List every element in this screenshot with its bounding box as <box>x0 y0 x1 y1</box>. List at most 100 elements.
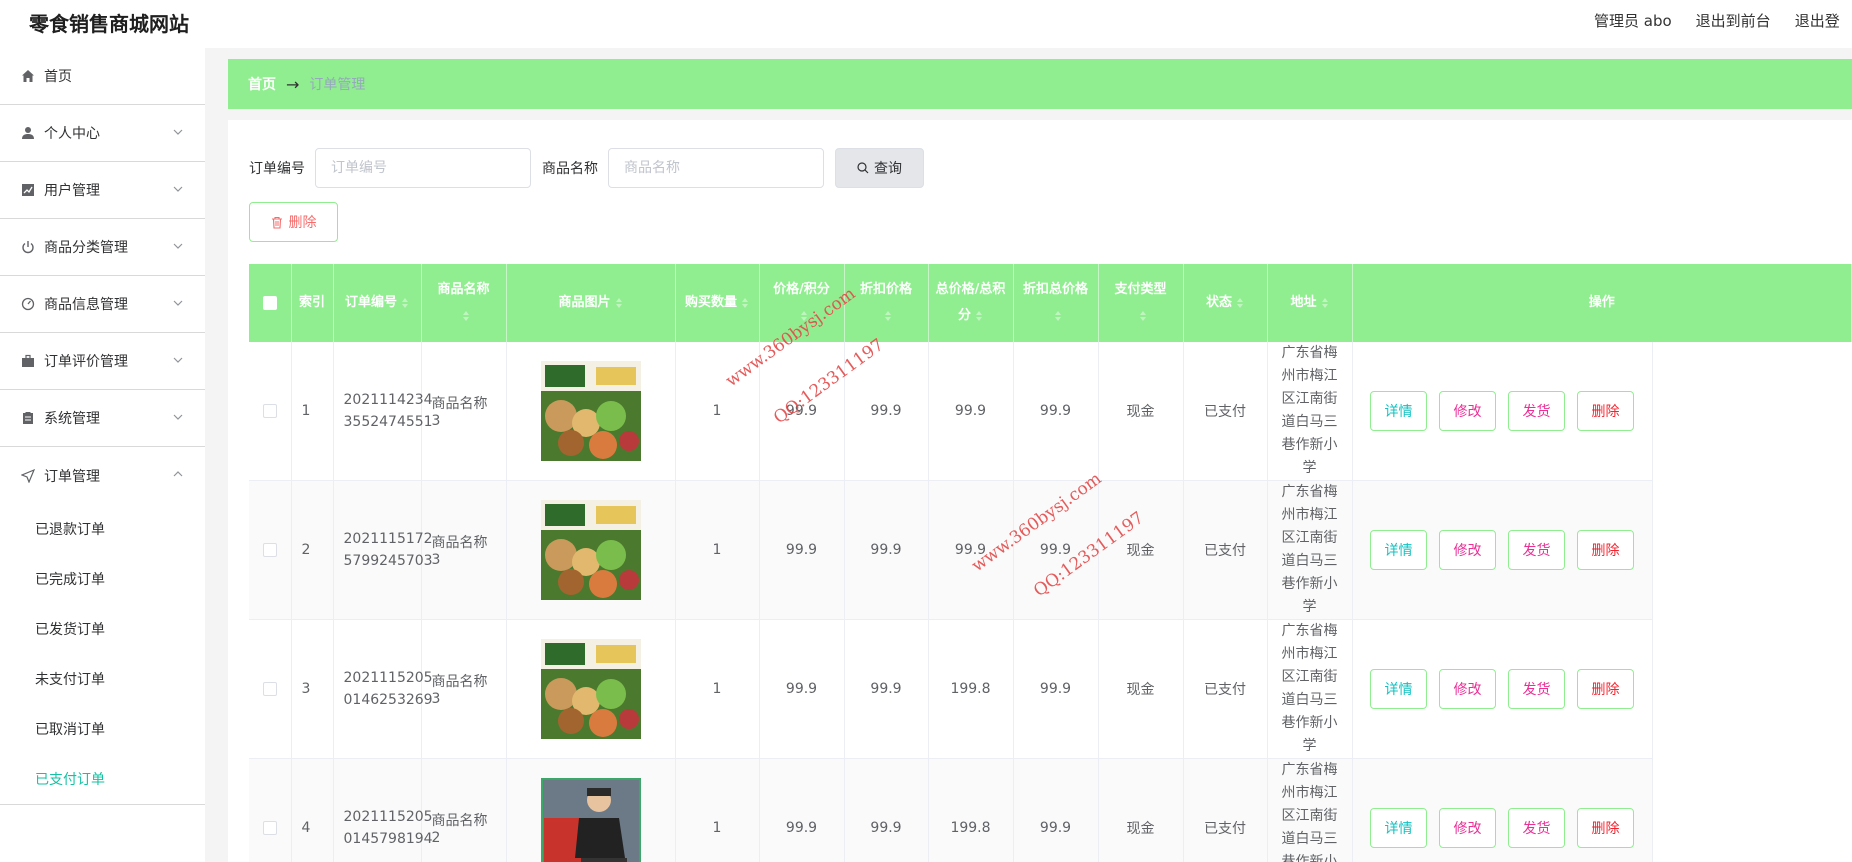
order-no-input[interactable] <box>315 148 531 188</box>
row-select-cell[interactable] <box>249 342 292 481</box>
col-header-product-name[interactable]: 商品名称 <box>421 264 507 342</box>
edit-button[interactable]: 修改 <box>1439 669 1496 709</box>
sort-icon[interactable] <box>1054 310 1062 322</box>
col-header-discount-price[interactable]: 折扣价格 <box>844 264 929 342</box>
row-checkbox[interactable] <box>262 543 277 557</box>
sort-icon[interactable] <box>1321 297 1329 309</box>
sort-icon[interactable] <box>975 310 983 322</box>
col-header-label: 订单编号 <box>344 295 397 310</box>
ship-button[interactable]: 发货 <box>1508 391 1565 431</box>
cell-index: 4 <box>291 758 334 862</box>
col-header-address[interactable]: 地址 <box>1267 264 1353 342</box>
chevron-down-icon <box>173 129 183 135</box>
cell-product-image <box>506 758 676 862</box>
submenu-item-completed-orders[interactable]: 已完成订单 <box>0 554 205 604</box>
chart-icon <box>20 182 36 198</box>
select-all-cell[interactable] <box>249 264 292 342</box>
col-header-index: 索引 <box>291 264 334 342</box>
col-header-label: 支付类型 <box>1114 282 1167 297</box>
edit-button[interactable]: 修改 <box>1439 530 1496 570</box>
col-header-total[interactable]: 总价格/总积分 <box>928 264 1014 342</box>
logout-link[interactable]: 退出登 <box>1795 10 1840 31</box>
order-no-part: 2021115205 <box>343 809 433 825</box>
search-form: 订单编号 商品名称 查询 <box>249 148 924 188</box>
cell-index: 2 <box>291 480 334 620</box>
col-header-quantity[interactable]: 购买数量 <box>675 264 760 342</box>
cell-actions: 详情 修改 发货 删除 <box>1352 480 1653 620</box>
row-select-cell[interactable] <box>249 758 292 862</box>
sort-icon[interactable] <box>462 310 470 322</box>
snack-box-image <box>540 639 641 739</box>
edit-button[interactable]: 修改 <box>1439 808 1496 848</box>
detail-button[interactable]: 详情 <box>1370 669 1427 709</box>
user-icon <box>20 125 36 141</box>
search-button[interactable]: 查询 <box>835 148 924 188</box>
ship-button[interactable]: 发货 <box>1508 808 1565 848</box>
sidebar-item-user-management[interactable]: 用户管理 <box>0 162 205 219</box>
cell-product-name: 商品名称3 <box>421 480 507 620</box>
sidebar-item-system-management[interactable]: 系统管理 <box>0 390 205 447</box>
row-select-cell[interactable] <box>249 480 292 620</box>
sort-icon[interactable] <box>615 297 623 309</box>
detail-button[interactable]: 详情 <box>1370 530 1427 570</box>
ship-button[interactable]: 发货 <box>1508 669 1565 709</box>
product-name-input[interactable] <box>608 148 824 188</box>
cell-index: 1 <box>291 342 334 481</box>
col-header-product-image[interactable]: 商品图片 <box>506 264 676 342</box>
sort-icon[interactable] <box>1236 297 1244 309</box>
detail-button[interactable]: 详情 <box>1370 391 1427 431</box>
delete-button[interactable]: 删除 <box>1577 530 1634 570</box>
cell-discount-total: 99.9 <box>1013 342 1099 481</box>
breadcrumb-arrow: → <box>286 74 300 94</box>
delete-button[interactable]: 删除 <box>1577 391 1634 431</box>
delete-button[interactable]: 删除 <box>1577 669 1634 709</box>
row-checkbox[interactable] <box>262 821 277 835</box>
sidebar-item-category-management[interactable]: 商品分类管理 <box>0 219 205 276</box>
cell-total: 199.8 <box>928 758 1014 862</box>
sidebar-item-personal-center[interactable]: 个人中心 <box>0 105 205 162</box>
row-checkbox[interactable] <box>262 404 277 418</box>
back-to-front-link[interactable]: 退出到前台 <box>1696 10 1771 31</box>
sort-icon[interactable] <box>884 310 892 322</box>
search-icon <box>857 162 869 174</box>
select-all-checkbox[interactable] <box>262 295 277 310</box>
batch-delete-button[interactable]: 删除 <box>249 202 338 242</box>
submenu-item-refunded-orders[interactable]: 已退款订单 <box>0 504 205 554</box>
col-header-discount-total[interactable]: 折扣总价格 <box>1013 264 1099 342</box>
edit-button[interactable]: 修改 <box>1439 391 1496 431</box>
sidebar-item-review-management[interactable]: 订单评价管理 <box>0 333 205 390</box>
col-header-order-no[interactable]: 订单编号 <box>333 264 422 342</box>
breadcrumb-home[interactable]: 首页 <box>248 74 276 94</box>
snack-box-image <box>540 500 641 600</box>
chevron-down-icon <box>173 357 183 363</box>
table-header-row: 索引 订单编号 商品名称 商品图片 购买数量 价格/积分 折扣价格 总价格/总积… <box>249 264 1852 342</box>
cell-address: 广东省梅州市梅江区江南街道白马三巷作新小学 <box>1267 619 1353 759</box>
delete-button[interactable]: 删除 <box>1577 808 1634 848</box>
cell-product-name: 商品名称3 <box>421 342 507 481</box>
submenu-item-paid-orders[interactable]: 已支付订单 <box>0 754 205 804</box>
col-header-pay-type[interactable]: 支付类型 <box>1098 264 1184 342</box>
sidebar-item-label: 用户管理 <box>44 183 100 199</box>
row-checkbox[interactable] <box>262 682 277 696</box>
detail-button[interactable]: 详情 <box>1370 808 1427 848</box>
order-no-part: 2021114234 <box>343 392 433 408</box>
cell-product-image <box>506 342 676 481</box>
submenu-item-unpaid-orders[interactable]: 未支付订单 <box>0 654 205 704</box>
sidebar-item-product-management[interactable]: 商品信息管理 <box>0 276 205 333</box>
col-header-actions: 操作 <box>1352 264 1852 342</box>
breadcrumb: 首页 → 订单管理 <box>228 59 1852 109</box>
submenu-item-cancelled-orders[interactable]: 已取消订单 <box>0 704 205 754</box>
col-header-status[interactable]: 状态 <box>1183 264 1268 342</box>
sort-icon[interactable] <box>401 297 409 309</box>
cell-product-image <box>506 480 676 620</box>
sidebar-item-home[interactable]: 首页 <box>0 48 205 105</box>
submenu-item-shipped-orders[interactable]: 已发货订单 <box>0 604 205 654</box>
row-select-cell[interactable] <box>249 619 292 759</box>
col-header-label: 折扣总价格 <box>1022 282 1088 297</box>
sort-icon[interactable] <box>741 297 749 309</box>
sidebar-item-order-management[interactable]: 订单管理 <box>0 447 205 504</box>
ship-button[interactable]: 发货 <box>1508 530 1565 570</box>
col-header-label: 状态 <box>1205 295 1232 310</box>
sort-icon[interactable] <box>1139 310 1147 322</box>
orders-table: 索引 订单编号 商品名称 商品图片 购买数量 价格/积分 折扣价格 总价格/总积… <box>249 264 1852 862</box>
